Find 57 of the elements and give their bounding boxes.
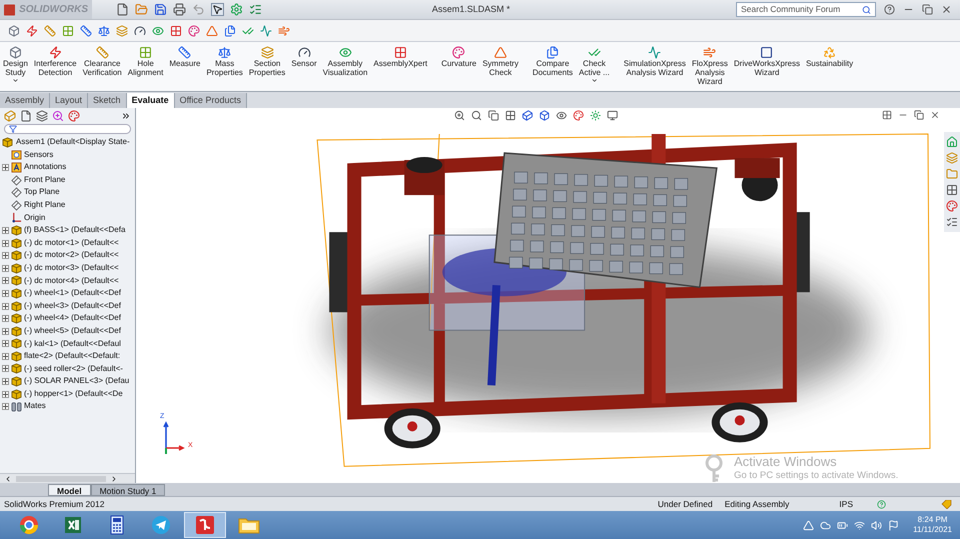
ribbon-button[interactable]: Interference Detection bbox=[30, 46, 80, 77]
tree-item[interactable]: (-) seed roller<2> (Default<- bbox=[24, 362, 123, 376]
ribbon-button[interactable]: DriveWorksXpress Wizard bbox=[730, 46, 803, 77]
tree-item[interactable]: (-) hopper<1> (Default<<De bbox=[24, 388, 123, 400]
tree-item[interactable]: (-) wheel<4> (Default<<Def bbox=[24, 312, 121, 325]
tree-item[interactable]: (-) wheel<5> (Default<<Def bbox=[24, 324, 121, 338]
document-title: Assem1.SLDASM * bbox=[432, 2, 510, 16]
tree-item[interactable]: Mates bbox=[24, 400, 46, 414]
tree-item[interactable]: Right Plane bbox=[24, 198, 66, 212]
status-text: IPS bbox=[839, 498, 853, 510]
ribbon-tab[interactable]: Layout bbox=[50, 93, 88, 108]
tree-item[interactable]: (-) kal<1> (Default<<Defaul bbox=[24, 338, 121, 350]
ribbon-button[interactable]: Assembly Visualization bbox=[320, 46, 371, 77]
tree-item[interactable]: Sensors bbox=[24, 148, 54, 162]
tree-item[interactable]: (-) wheel<1> (Default<<Def bbox=[24, 287, 121, 300]
ribbon-button[interactable]: Check Active ... bbox=[576, 46, 613, 84]
watermark-title: Activate Windows bbox=[734, 454, 838, 469]
tree-item[interactable]: (-) dc motor<3> (Default<< bbox=[24, 262, 119, 275]
status-text: Under Defined bbox=[658, 498, 713, 510]
tree-item[interactable]: flate<2> (Default<<Default: bbox=[24, 350, 120, 363]
tree-item[interactable]: (-) SOLAR PANEL<3> (Defau bbox=[24, 375, 130, 388]
app-name: SOLIDWORKS bbox=[19, 3, 88, 17]
ribbon-tab[interactable]: Office Products bbox=[174, 93, 247, 108]
ribbon-tab[interactable]: Assembly bbox=[0, 93, 50, 108]
tree-item[interactable]: (-) wheel<3> (Default<<Def bbox=[24, 300, 121, 312]
ribbon-button[interactable]: Design Study bbox=[0, 46, 31, 84]
ribbon-button[interactable]: Sensor bbox=[288, 46, 320, 68]
ribbon-tab[interactable]: Evaluate bbox=[126, 93, 175, 108]
ribbon-button[interactable]: Mass Properties bbox=[203, 46, 246, 77]
ribbon-button[interactable]: Clearance Verification bbox=[80, 46, 125, 77]
ribbon-button[interactable]: SimulationXpress Analysis Wizard bbox=[620, 46, 689, 77]
bottom-tab[interactable]: Motion Study 1 bbox=[90, 484, 166, 496]
tree-item[interactable]: Origin bbox=[24, 212, 46, 224]
tree-item[interactable]: (-) dc motor<4> (Default<< bbox=[24, 274, 119, 288]
clock-date[interactable]: 11/11/2021 bbox=[913, 525, 952, 535]
ribbon-button[interactable]: Compare Documents bbox=[529, 46, 576, 77]
ribbon-button[interactable]: Section Properties bbox=[246, 46, 288, 77]
search-field[interactable]: Search Community Forum bbox=[736, 2, 876, 17]
status-text: SolidWorks Premium 2012 bbox=[4, 498, 104, 510]
tree-item[interactable]: (f) BASS<1> (Default<<Defa bbox=[24, 224, 126, 237]
bottom-tab[interactable]: Model bbox=[48, 484, 91, 496]
ribbon-button[interactable]: Curvature bbox=[438, 46, 480, 68]
ribbon-button[interactable]: Sustainability bbox=[802, 46, 856, 68]
watermark-text: Go to PC settings to activate Windows. bbox=[734, 469, 898, 483]
ribbon-button[interactable]: FloXpress Analysis Wizard bbox=[688, 46, 731, 86]
ribbon-button[interactable]: Measure bbox=[166, 46, 204, 68]
tree-item[interactable]: (-) dc motor<2> (Default<< bbox=[24, 249, 119, 262]
tree-item[interactable]: Top Plane bbox=[24, 186, 60, 199]
tree-item[interactable]: Assem1 (Default<Display State- bbox=[16, 136, 130, 149]
ribbon-button[interactable]: Symmetry Check bbox=[479, 46, 522, 77]
tree-item[interactable]: (-) dc motor<1> (Default<< bbox=[24, 236, 119, 250]
tree-item[interactable]: Front Plane bbox=[24, 174, 66, 186]
ribbon-button[interactable]: Hole Alignment bbox=[124, 46, 166, 77]
tree-item[interactable]: Annotations bbox=[24, 161, 66, 174]
ribbon-tab[interactable]: Sketch bbox=[88, 93, 127, 108]
ribbon-button[interactable]: AssemblyXpert bbox=[370, 46, 430, 68]
status-text: Editing Assembly bbox=[724, 498, 790, 510]
